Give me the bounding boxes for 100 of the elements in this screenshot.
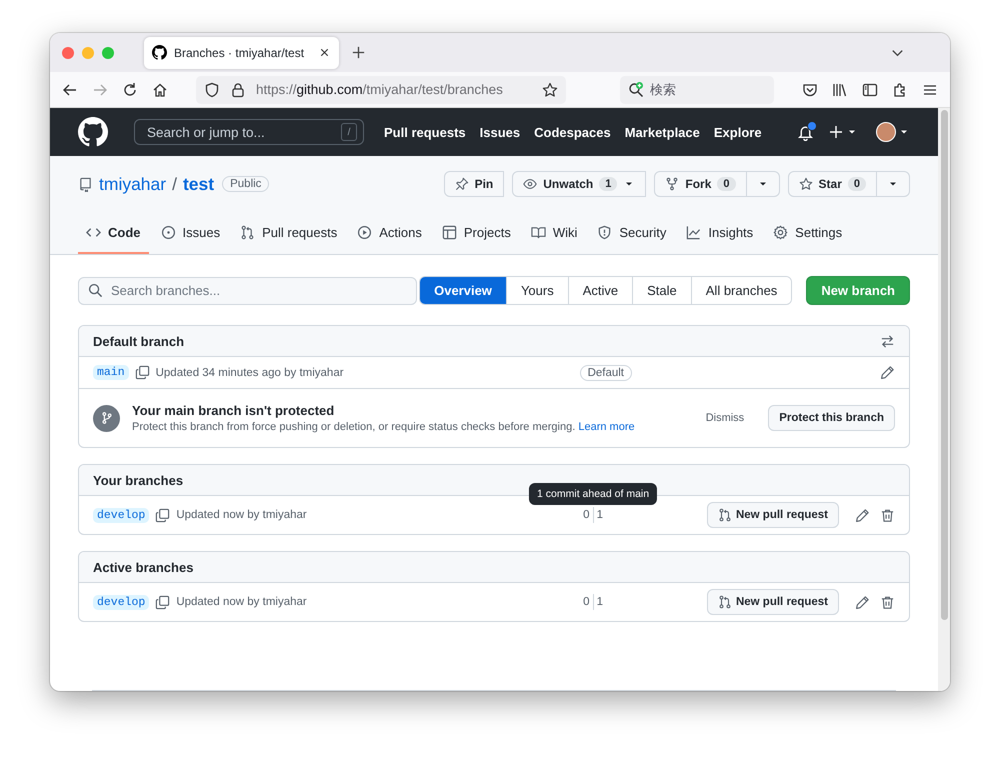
- count-badge: 0: [848, 177, 866, 191]
- notice-text: Protect this branch from force pushing or deletion, or require status checks before merging. Learn more: [132, 421, 636, 433]
- copy-icon[interactable]: [155, 508, 170, 522]
- branch-name-link[interactable]: main: [93, 365, 129, 380]
- lock-icon: [230, 82, 246, 98]
- dismiss-button[interactable]: Dismiss: [700, 411, 750, 425]
- protect-branch-button[interactable]: Protect this branch: [768, 405, 895, 431]
- delete-trash-icon[interactable]: [880, 508, 895, 522]
- plus-icon[interactable]: [828, 124, 844, 140]
- close-window-button[interactable]: [62, 46, 74, 58]
- count-badge: 1: [599, 177, 618, 191]
- fork-button[interactable]: Fork 0: [654, 171, 747, 197]
- branch-glyph-icon: [100, 411, 114, 425]
- watch-button[interactable]: Unwatch 1: [512, 171, 646, 197]
- repo-tab[interactable]: Issues: [152, 212, 228, 254]
- star-icon: [798, 177, 813, 191]
- repo-icon: [78, 176, 93, 192]
- branch-name-link[interactable]: develop: [93, 508, 150, 522]
- updated-text: Updated now by tmiyahar: [176, 596, 307, 608]
- delete-trash-icon[interactable]: [880, 594, 895, 610]
- wiki-icon: [530, 224, 546, 240]
- section-title: Active branches: [93, 560, 194, 574]
- star-button[interactable]: Star 0: [788, 171, 877, 197]
- search-icon: [88, 283, 103, 298]
- visibility-label: Public: [222, 176, 270, 192]
- nav-link[interactable]: Issues: [480, 124, 520, 140]
- new-pull-request-button[interactable]: New pull request: [706, 502, 839, 528]
- repo-name-link[interactable]: test: [182, 174, 214, 194]
- shield-icon: [204, 82, 220, 98]
- shortcut-key: /: [341, 123, 357, 141]
- branch-search-field[interactable]: Search branches...: [78, 276, 417, 304]
- updated-text: Updated now by tmiyahar: [176, 509, 307, 521]
- ahead-count: 1: [596, 509, 603, 521]
- notification-bell-icon[interactable]: [797, 124, 814, 140]
- repo-tab[interactable]: Insights: [678, 212, 762, 254]
- filter-tab[interactable]: All branches: [690, 277, 792, 304]
- repo-tab[interactable]: Projects: [434, 212, 519, 254]
- nav-link[interactable]: Codespaces: [534, 124, 611, 140]
- library-icon[interactable]: [832, 82, 848, 98]
- actions-icon: [357, 224, 372, 240]
- github-logo-icon[interactable]: [78, 117, 108, 147]
- projects-icon: [442, 224, 457, 240]
- bookmark-star-icon[interactable]: [542, 82, 558, 98]
- branch-name-link[interactable]: develop: [93, 594, 150, 610]
- insights-icon: [686, 224, 702, 240]
- switch-default-branch-icon[interactable]: [880, 334, 895, 348]
- rename-pencil-icon[interactable]: [855, 594, 870, 610]
- repo-tab[interactable]: Pull requests: [232, 212, 346, 254]
- section-title: Your branches: [93, 472, 184, 488]
- nav-link[interactable]: Pull requests: [384, 124, 466, 140]
- default-label: Default: [580, 364, 632, 380]
- copy-icon[interactable]: [155, 594, 170, 610]
- repo-tab[interactable]: Actions: [349, 212, 430, 254]
- issues-icon: [160, 224, 176, 240]
- address-bar[interactable]: https://github.com/tmiyahar/test/branches: [196, 76, 566, 104]
- new-pull-request-button[interactable]: New pull request: [706, 589, 839, 615]
- section-title: Default branch: [93, 334, 184, 348]
- path-separator: /: [172, 174, 177, 194]
- tooltip: 1 commit ahead of main: [529, 483, 658, 505]
- reload-icon[interactable]: [122, 82, 138, 98]
- pin-button[interactable]: Pin: [444, 171, 504, 197]
- browser-search-field[interactable]: 検索: [620, 76, 774, 104]
- learn-more-link[interactable]: Learn more: [578, 421, 635, 433]
- back-icon[interactable]: [62, 82, 78, 98]
- nav-link[interactable]: Marketplace: [624, 124, 700, 140]
- pulls-icon: [240, 224, 256, 240]
- sidebar-icon[interactable]: [862, 82, 878, 98]
- eye-icon: [523, 177, 538, 191]
- filter-tab[interactable]: Overview: [420, 277, 506, 304]
- browser-tab[interactable]: Branches · tmiyahar/test: [144, 36, 339, 68]
- ahead-count: 1: [596, 596, 603, 608]
- avatar[interactable]: [876, 122, 896, 142]
- pull-request-icon: [718, 595, 732, 609]
- search-field[interactable]: Search or jump to... /: [134, 119, 364, 145]
- new-tab-icon[interactable]: [351, 45, 366, 60]
- rename-pencil-icon[interactable]: [855, 508, 870, 522]
- behind-count: 0: [583, 596, 590, 608]
- repo-tab[interactable]: Code: [78, 212, 148, 254]
- copy-icon[interactable]: [134, 365, 150, 380]
- notice-title: Your main branch isn't protected: [132, 403, 336, 418]
- repo-tab[interactable]: Wiki: [522, 212, 586, 254]
- github-icon: [152, 45, 167, 60]
- security-icon: [597, 224, 612, 240]
- fork-icon: [665, 177, 680, 191]
- settings-icon: [773, 224, 788, 240]
- repo-tab[interactable]: Security: [589, 212, 674, 254]
- updated-text: Updated 34 minutes ago by tmiyahar: [156, 366, 344, 378]
- nav-link[interactable]: Explore: [714, 124, 762, 140]
- search-icon: [628, 82, 644, 98]
- behind-count: 0: [583, 509, 590, 521]
- repo-owner-link[interactable]: tmiyahar: [99, 174, 166, 194]
- scrollbar[interactable]: [938, 108, 950, 691]
- rename-pencil-icon[interactable]: [880, 365, 895, 380]
- home-icon[interactable]: [152, 82, 168, 98]
- pull-request-icon: [718, 508, 732, 522]
- pocket-icon[interactable]: [802, 82, 818, 98]
- pin-icon: [454, 177, 469, 191]
- close-icon[interactable]: [318, 46, 331, 59]
- repo-tab[interactable]: Settings: [765, 212, 850, 254]
- count-badge: 0: [717, 177, 736, 191]
